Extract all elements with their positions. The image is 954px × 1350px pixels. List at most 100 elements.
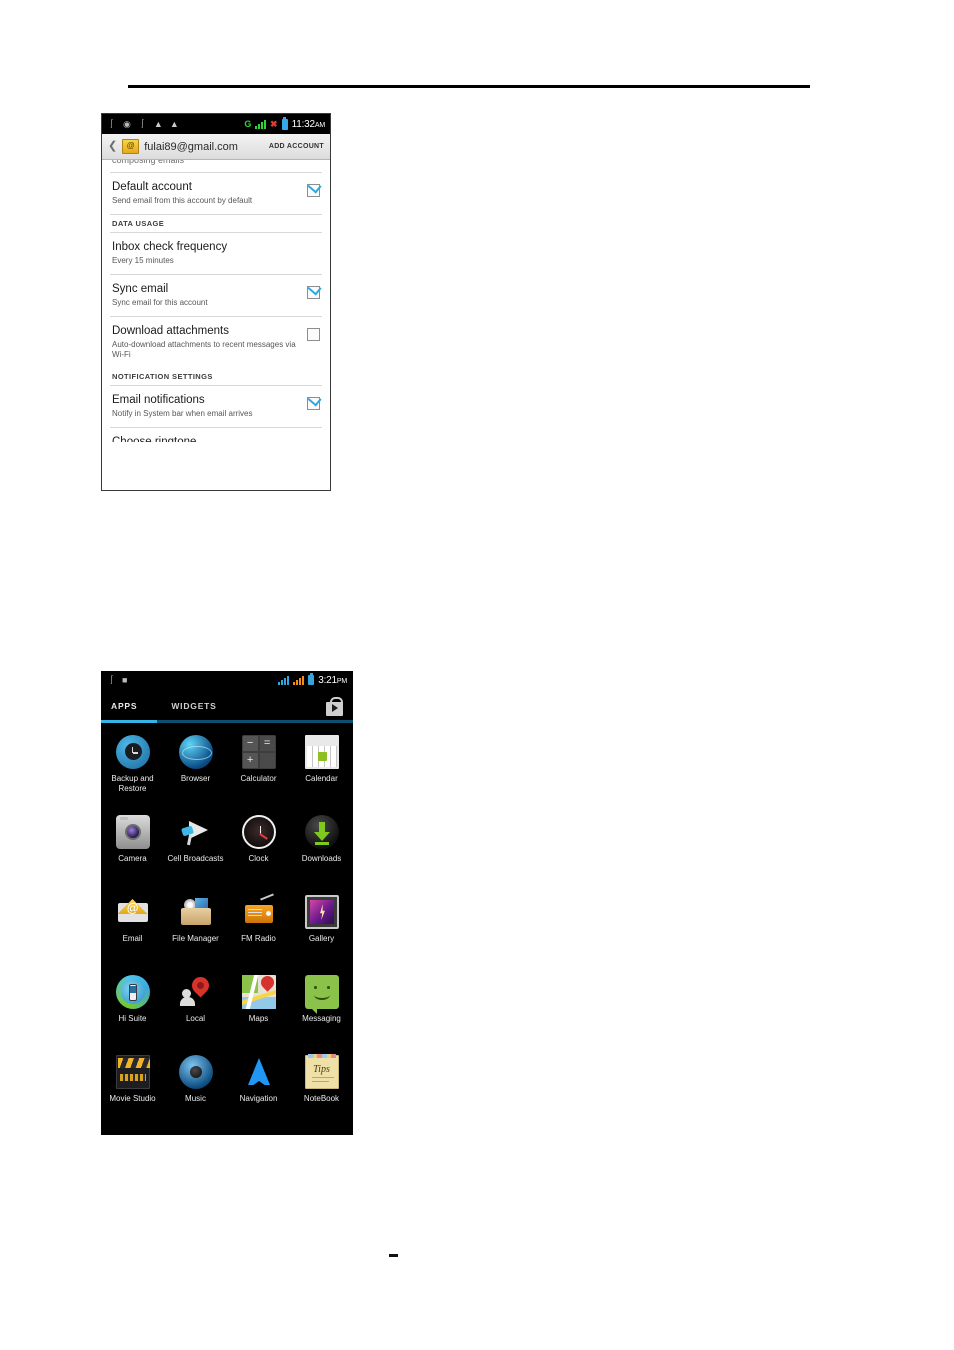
- preference-texts: Choose ringtone: [112, 435, 320, 442]
- email-settings-screenshot: ⎰ ◉ ⎰ ▲ ▲ G ✖ 11:32AM ❮ fulai89@gmail.co…: [101, 113, 331, 491]
- fm-radio-icon: [242, 893, 276, 929]
- battery-icon: [281, 116, 288, 130]
- app-label: NoteBook: [303, 1094, 340, 1103]
- calculator-icon: − = +: [241, 735, 276, 769]
- preference-texts: Default account Send email from this acc…: [112, 180, 307, 206]
- backup-and-restore-icon: [115, 735, 150, 769]
- app-label: Local: [185, 1014, 206, 1023]
- messaging-icon: [304, 975, 339, 1014]
- drawer-tab-bar: APPS WIDGETS: [101, 689, 353, 723]
- clock-time: 11:32: [291, 118, 315, 130]
- app-item-music[interactable]: Music: [164, 1049, 227, 1129]
- preference-email-notifications[interactable]: Email notifications Notify in System bar…: [102, 386, 330, 427]
- clipped-preference-row: composing emails: [102, 160, 330, 172]
- network-type-label: G: [244, 119, 252, 129]
- status-bar-clock: 3:21PM: [318, 675, 347, 686]
- preference-title: Inbox check frequency: [112, 241, 228, 253]
- app-label: Email: [122, 934, 143, 943]
- section-header-data-usage: DATA USAGE: [112, 219, 165, 228]
- warning-icon: ▲: [153, 118, 163, 129]
- app-label: Downloads: [301, 854, 342, 863]
- file-manager-icon: [179, 895, 213, 929]
- movie-studio-icon: [115, 1055, 150, 1089]
- notebook-icon: Tips: [304, 1054, 339, 1089]
- back-chevron-icon[interactable]: ❮: [108, 141, 117, 152]
- usb-icon: ⎰: [137, 118, 147, 129]
- app-item-messaging[interactable]: Messaging: [290, 969, 353, 1049]
- app-item-cell-broadcasts[interactable]: Cell Broadcasts: [164, 809, 227, 889]
- app-item-fm-radio[interactable]: FM Radio: [227, 889, 290, 969]
- app-label: Calendar: [305, 774, 338, 783]
- play-store-icon[interactable]: [326, 696, 343, 716]
- app-label: Camera: [118, 854, 147, 863]
- app-item-downloads[interactable]: Downloads: [290, 809, 353, 889]
- app-item-maps[interactable]: Maps: [227, 969, 290, 1049]
- preference-title: Email notifications: [112, 394, 205, 406]
- app-label: Hi Suite: [118, 1014, 147, 1023]
- maps-icon: [241, 975, 276, 1009]
- app-item-email[interactable]: @ Email: [101, 889, 164, 969]
- app-label: Calculator: [240, 774, 277, 783]
- hi-suite-icon: [115, 975, 150, 1009]
- preference-subtitle: Every 15 minutes: [112, 256, 174, 265]
- app-item-calendar[interactable]: Calendar: [290, 729, 353, 809]
- app-drawer-screenshot: ⎰ ■ 3:21PM APPS WIDGETS Backup and Resto…: [101, 671, 353, 1135]
- app-label: Navigation: [239, 1094, 278, 1103]
- camera-icon: [115, 815, 150, 849]
- email-notifications-checkbox[interactable]: [307, 397, 320, 410]
- preference-choose-ringtone[interactable]: Choose ringtone: [102, 428, 330, 442]
- preference-texts: Download attachments Auto-download attac…: [112, 324, 307, 360]
- status-bar-left-icons: ⎰ ■: [107, 675, 278, 685]
- preference-sync-email[interactable]: Sync email Sync email for this account: [102, 275, 330, 316]
- tab-apps[interactable]: APPS: [111, 701, 137, 711]
- status-bar: ⎰ ■ 3:21PM: [101, 671, 353, 689]
- app-item-backup-and-restore[interactable]: Backup and Restore: [101, 729, 164, 809]
- app-label: Cell Broadcasts: [167, 854, 224, 863]
- settings-list[interactable]: composing emails Default account Send em…: [102, 160, 330, 490]
- app-item-local[interactable]: Local: [164, 969, 227, 1049]
- preference-inbox-check-frequency[interactable]: Inbox check frequency Every 15 minutes: [102, 233, 330, 274]
- preference-title: Default account: [112, 181, 192, 193]
- signal-bars-icon: [255, 119, 267, 129]
- browser-icon: [178, 735, 213, 769]
- app-item-camera[interactable]: Camera: [101, 809, 164, 889]
- clock-icon: [241, 815, 276, 849]
- tab-widgets[interactable]: WIDGETS: [171, 701, 216, 711]
- preference-default-account[interactable]: Default account Send email from this acc…: [102, 173, 330, 214]
- page-footer-mark: [389, 1254, 398, 1257]
- app-label: Movie Studio: [109, 1094, 156, 1103]
- app-grid: Backup and Restore Browser − = + Calculato…: [101, 723, 353, 1129]
- add-account-button[interactable]: ADD ACCOUNT: [269, 143, 324, 150]
- music-icon: [178, 1055, 213, 1089]
- preference-download-attachments[interactable]: Download attachments Auto-download attac…: [102, 317, 330, 368]
- app-item-browser[interactable]: Browser: [164, 729, 227, 809]
- app-label: Backup and Restore: [111, 774, 154, 793]
- app-label: FM Radio: [241, 934, 276, 943]
- status-bar-left-icons: ⎰ ◉ ⎰ ▲ ▲: [107, 118, 244, 129]
- sync-email-checkbox[interactable]: [307, 286, 320, 299]
- app-item-hi-suite[interactable]: Hi Suite: [101, 969, 164, 1049]
- battery-icon: [308, 673, 315, 685]
- clock-ampm: AM: [314, 121, 325, 129]
- status-bar: ⎰ ◉ ⎰ ▲ ▲ G ✖ 11:32AM: [102, 114, 330, 134]
- app-item-navigation[interactable]: Navigation: [227, 1049, 290, 1129]
- android-icon: ◉: [123, 118, 131, 129]
- app-item-clock[interactable]: Clock: [227, 809, 290, 889]
- app-item-file-manager[interactable]: File Manager: [164, 889, 227, 969]
- account-title: fulai89@gmail.com: [144, 140, 238, 153]
- app-item-movie-studio[interactable]: Movie Studio: [101, 1049, 164, 1129]
- warning-icon: ▲: [169, 118, 179, 129]
- download-attachments-checkbox[interactable]: [307, 328, 320, 341]
- preference-subtitle: Notify in System bar when email arrives: [112, 409, 253, 418]
- email-app-icon: [122, 139, 140, 154]
- status-bar-right-icons: G ✖ 11:32AM: [244, 116, 325, 130]
- app-label: File Manager: [172, 934, 219, 943]
- no-sim-icon: ✖: [270, 118, 278, 129]
- preference-title: Sync email: [112, 283, 169, 295]
- preference-subtitle: Sync email for this account: [112, 298, 208, 307]
- app-item-gallery[interactable]: Gallery: [290, 889, 353, 969]
- default-account-checkbox[interactable]: [307, 184, 320, 197]
- app-item-notebook[interactable]: Tips NoteBook: [290, 1049, 353, 1129]
- preference-texts: Email notifications Notify in System bar…: [112, 393, 307, 419]
- app-item-calculator[interactable]: − = + Calculator: [227, 729, 290, 809]
